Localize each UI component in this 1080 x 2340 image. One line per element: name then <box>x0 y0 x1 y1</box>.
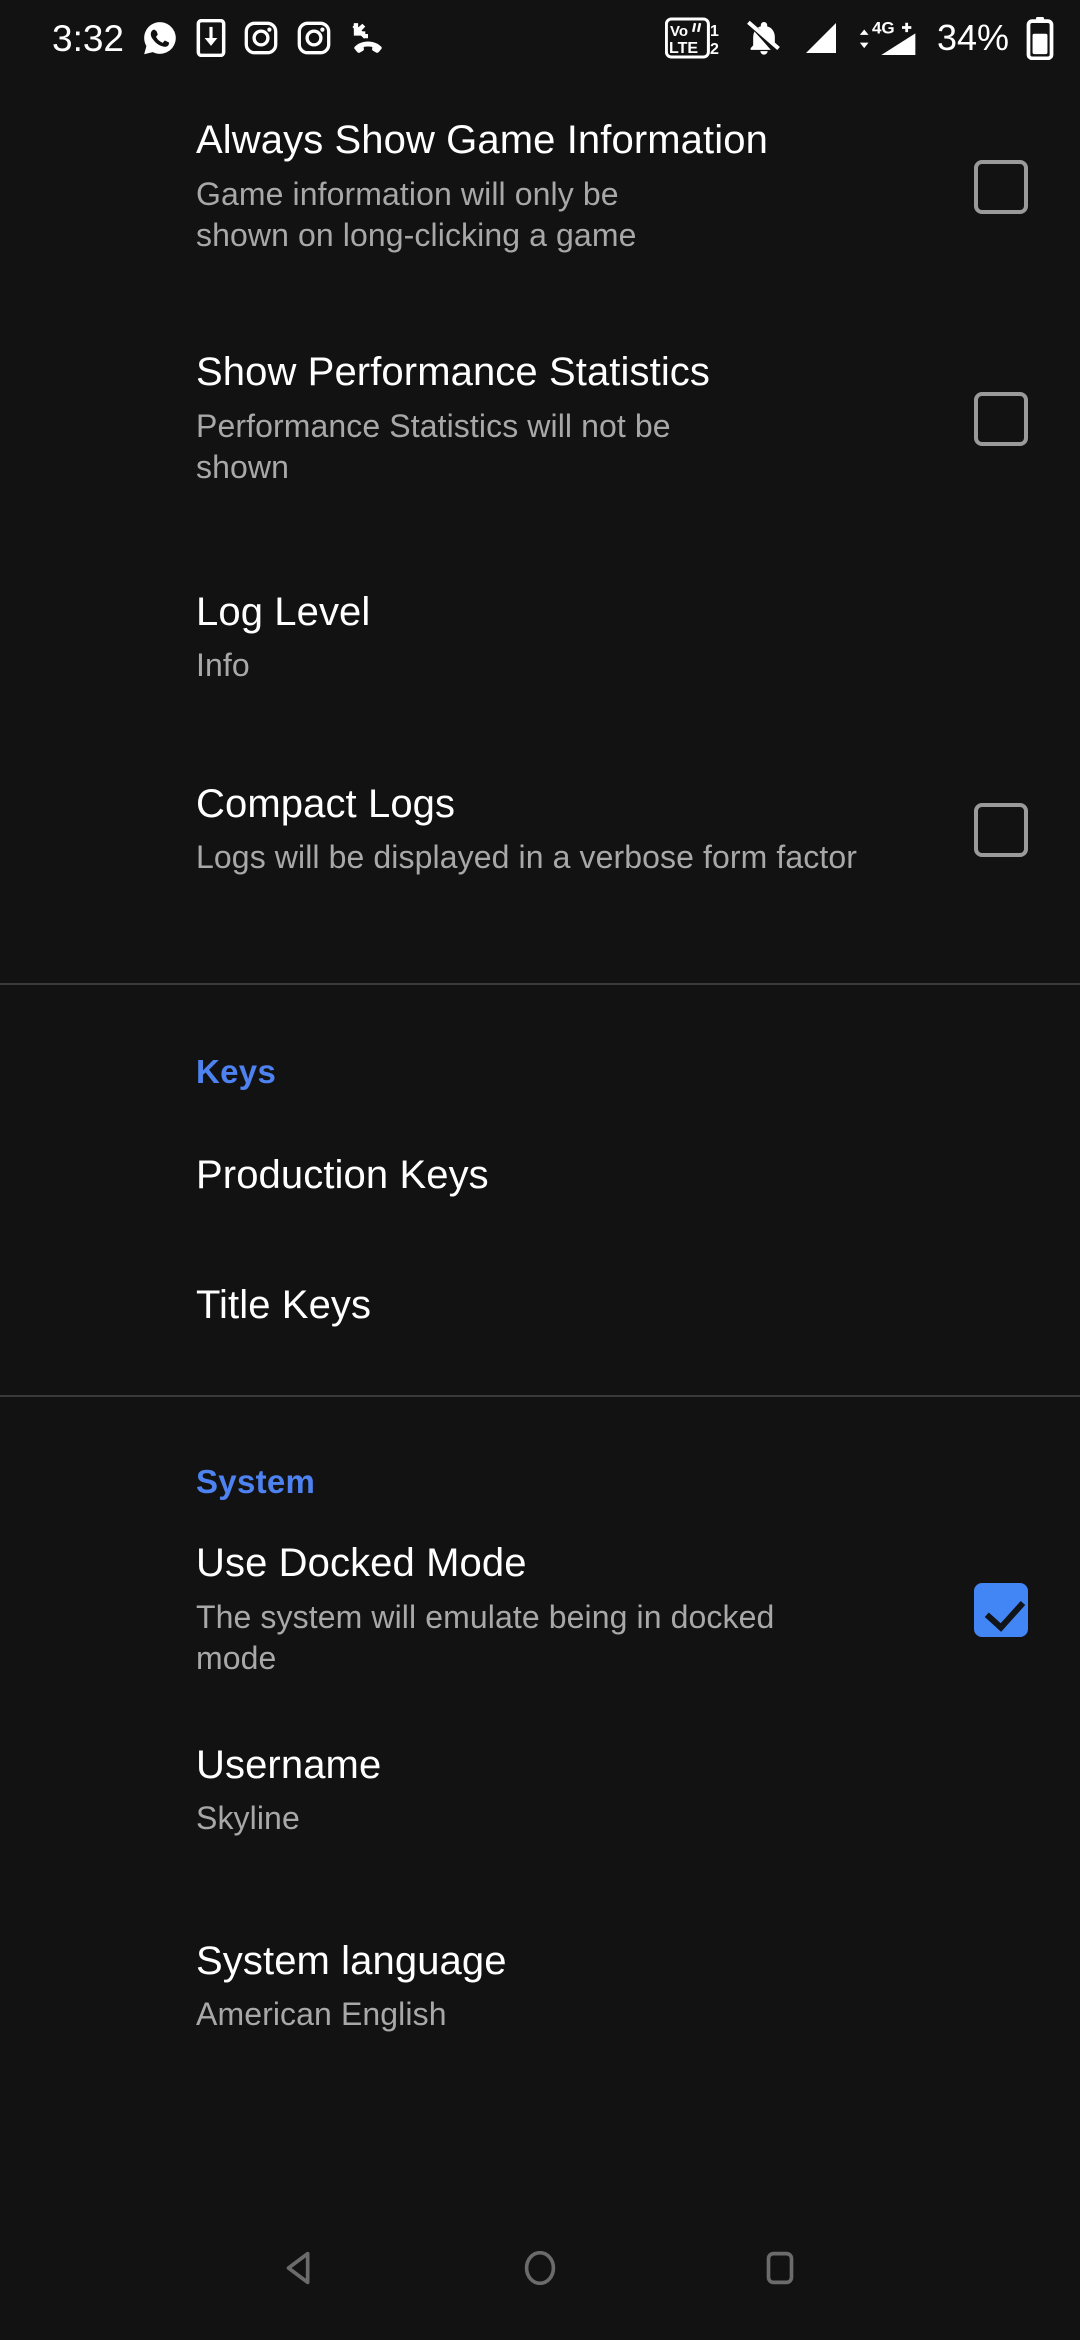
setting-subtitle: American English <box>196 1996 447 2033</box>
status-bar-clock: 3:32 <box>52 17 125 59</box>
svg-text:2: 2 <box>710 41 719 58</box>
section-header-system: System <box>196 1463 316 1500</box>
row-text: Compact Logs Logs will be displayed in a… <box>196 781 974 879</box>
back-button[interactable] <box>245 2215 355 2325</box>
back-triangle-icon <box>277 2245 323 2296</box>
setting-row-title-keys[interactable]: Title Keys <box>0 1211 1080 1339</box>
row-text: Title Keys <box>196 1282 1028 1329</box>
svg-text:LTE: LTE <box>669 40 698 57</box>
row-text: Production Keys <box>196 1152 1028 1199</box>
setting-title: System language <box>196 1939 507 1984</box>
setting-subtitle: Info <box>196 646 250 683</box>
setting-title: Show Performance Statistics <box>196 350 711 395</box>
battery-icon <box>1026 16 1054 60</box>
setting-title: Always Show Game Information <box>196 118 768 163</box>
setting-title: Title Keys <box>196 1282 372 1327</box>
row-text: Use Docked Mode The system will emulate … <box>196 1540 974 1679</box>
recents-square-icon <box>757 2245 803 2296</box>
volte-dual-sim-icon: Vo LTE 1 2 <box>664 16 727 60</box>
setting-row-system-language[interactable]: System language American English <box>0 1889 1080 2085</box>
row-text: Show Performance Statistics Performance … <box>196 349 974 488</box>
home-circle-icon <box>517 2245 563 2296</box>
instagram-icon <box>296 20 332 56</box>
row-text: Always Show Game Information Game inform… <box>196 117 974 256</box>
checkbox-always-show-game-information[interactable] <box>974 160 1028 214</box>
setting-title: Production Keys <box>196 1152 489 1197</box>
checkbox-show-performance-statistics[interactable] <box>974 392 1028 446</box>
setting-row-log-level[interactable]: Log Level Info <box>0 540 1080 735</box>
svg-text:4G: 4G <box>872 18 895 37</box>
setting-row-compact-logs[interactable]: Compact Logs Logs will be displayed in a… <box>0 735 1080 925</box>
setting-title: Use Docked Mode <box>196 1541 527 1586</box>
status-bar: 3:32 Vo LTE 1 2 4G 34% <box>0 0 1080 76</box>
svg-text:1: 1 <box>710 23 719 40</box>
setting-row-production-keys[interactable]: Production Keys <box>0 1091 1080 1211</box>
status-bar-right: Vo LTE 1 2 4G 34% <box>664 16 1054 60</box>
settings-scroll-container[interactable]: Always Show Game Information Game inform… <box>0 76 1080 2200</box>
instagram-icon <box>243 20 279 56</box>
navigation-bar <box>0 2200 1080 2340</box>
phone-screen: 3:32 Vo LTE 1 2 4G 34% Always Show Game … <box>0 0 1080 2340</box>
app-download-icon <box>196 19 226 57</box>
setting-title: Log Level <box>196 589 371 634</box>
setting-subtitle: Game information will only be shown on l… <box>196 175 637 254</box>
recents-button[interactable] <box>725 2215 835 2325</box>
notifications-silenced-icon <box>744 18 784 58</box>
signal-bars-sim1-icon <box>801 18 841 58</box>
checkbox-compact-logs[interactable] <box>974 803 1028 857</box>
setting-subtitle: Skyline <box>196 1800 300 1837</box>
checkbox-use-docked-mode[interactable] <box>974 1583 1028 1637</box>
setting-row-show-performance-statistics[interactable]: Show Performance Statistics Performance … <box>0 298 1080 540</box>
home-button[interactable] <box>485 2215 595 2325</box>
setting-subtitle: Performance Statistics will not be shown <box>196 407 671 486</box>
status-bar-left: 3:32 <box>52 19 387 57</box>
setting-title: Compact Logs <box>196 782 456 827</box>
svg-text:Vo: Vo <box>670 23 688 40</box>
setting-row-always-show-game-information[interactable]: Always Show Game Information Game inform… <box>0 76 1080 298</box>
missed-call-icon <box>349 21 387 55</box>
row-text: System language American English <box>196 1938 1028 2036</box>
setting-row-use-docked-mode[interactable]: Use Docked Mode The system will emulate … <box>0 1501 1080 1693</box>
mobile-data-4g-plus-icon: 4G <box>858 16 920 60</box>
battery-percentage-label: 34% <box>936 17 1009 58</box>
whatsapp-icon <box>141 19 179 57</box>
section-header-keys: Keys <box>196 1053 277 1090</box>
setting-subtitle: The system will emulate being in docked … <box>196 1598 775 1677</box>
setting-row-username[interactable]: Username Skyline <box>0 1693 1080 1889</box>
row-text: Log Level Info <box>196 589 1028 687</box>
row-text: Username Skyline <box>196 1742 1028 1840</box>
setting-subtitle: Logs will be displayed in a verbose form… <box>196 839 858 876</box>
setting-title: Username <box>196 1743 382 1788</box>
